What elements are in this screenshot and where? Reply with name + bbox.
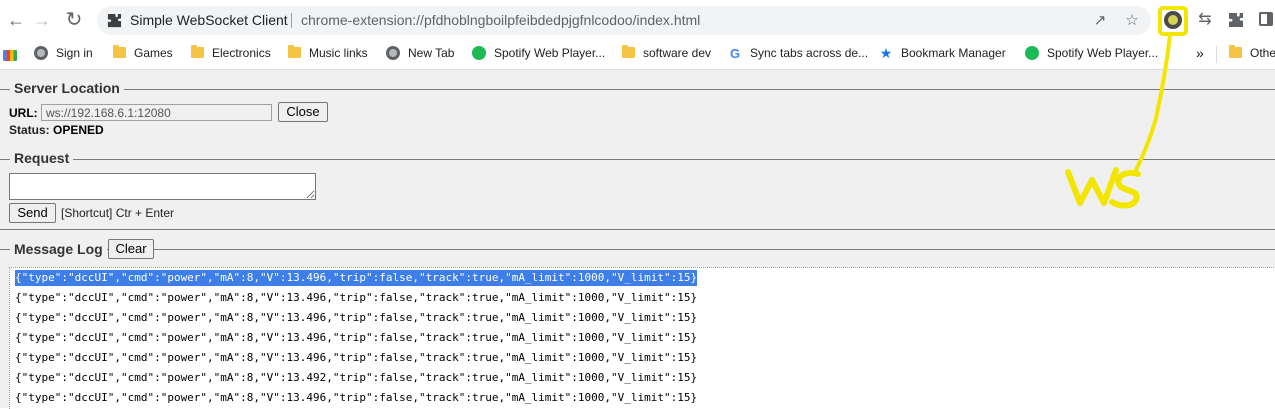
bookmarks-divider: [1216, 46, 1217, 63]
server-url-input[interactable]: [41, 104, 272, 121]
log-message[interactable]: {"type":"dccUI","cmd":"power","mA":8,"V"…: [15, 310, 697, 326]
address-bar-page-title: Simple WebSocket Client: [130, 12, 288, 28]
side-panel-icon-bar: [1267, 14, 1271, 24]
log-message[interactable]: {"type":"dccUI","cmd":"power","mA":8,"V"…: [15, 290, 697, 306]
log-section-border: [0, 229, 1275, 230]
extensions-puzzle-icon[interactable]: [1228, 12, 1244, 28]
bookmark-other[interactable]: Othe: [1229, 40, 1275, 69]
log-message[interactable]: {"type":"dccUI","cmd":"power","mA":8,"V"…: [15, 370, 697, 386]
url-label: URL:: [9, 106, 38, 120]
bookmarks-bar: Sign in Games Electronics Music links Ne…: [0, 40, 1275, 70]
bookmark-label: Bookmark Manager: [901, 46, 1006, 60]
status-line: Status: OPENED: [9, 123, 104, 137]
folder-icon: [288, 45, 301, 59]
address-bar-separator: [291, 13, 292, 28]
shortcut-hint: [Shortcut] Ctr + Enter: [61, 206, 175, 220]
bookmark-music-links[interactable]: Music links: [288, 40, 368, 69]
status-label: Status:: [9, 123, 50, 137]
log-message[interactable]: {"type":"dccUI","cmd":"power","mA":8,"V"…: [15, 390, 697, 406]
request-legend: Request: [10, 150, 74, 166]
apps-shopping-bag-icon[interactable]: [3, 47, 17, 61]
bookmark-label: Sign in: [56, 46, 93, 60]
request-textarea[interactable]: [9, 173, 316, 200]
server-location-legend: Server Location: [10, 80, 124, 96]
address-bar[interactable]: Simple WebSocket Client chrome-extension…: [97, 6, 1151, 35]
bookmark-star-icon[interactable]: ☆: [1123, 12, 1141, 30]
close-button[interactable]: Close: [278, 102, 328, 122]
globe-icon: [386, 45, 400, 60]
apps-shopping-bag-body: [3, 50, 17, 61]
forward-arrow-icon[interactable]: →: [30, 8, 54, 32]
server-section-border: [0, 89, 1275, 90]
folder-icon: [113, 45, 126, 59]
message-log-legend: Message Log: [10, 241, 107, 257]
bookmark-new-tab[interactable]: New Tab: [386, 40, 454, 69]
websocket-extension-icon-center: [1168, 15, 1178, 25]
websocket-extension-icon[interactable]: [1164, 11, 1182, 29]
side-panel-icon[interactable]: [1259, 12, 1273, 26]
google-icon: G: [729, 46, 741, 62]
folder-icon: [1229, 45, 1242, 59]
sync-icon[interactable]: ⇆: [1195, 10, 1215, 30]
bookmark-label: Electronics: [212, 46, 271, 60]
bookmark-spotify-1[interactable]: Spotify Web Player...: [472, 40, 605, 69]
bookmark-electronics[interactable]: Electronics: [191, 40, 271, 69]
share-icon[interactable]: ↗: [1091, 12, 1109, 30]
extension-puzzle-icon: [107, 13, 122, 28]
url-label-text: URL:: [9, 106, 38, 120]
bookmark-spotify-2[interactable]: Spotify Web Player...: [1025, 40, 1158, 69]
log-message[interactable]: {"type":"dccUI","cmd":"power","mA":8,"V"…: [15, 330, 697, 346]
reload-icon[interactable]: ↻: [62, 8, 86, 32]
bookmarks-overflow-chevron[interactable]: »: [1196, 40, 1204, 69]
bookmark-label: Sync tabs across de...: [750, 46, 869, 60]
websocket-client-page: Server Location URL: Close Status: OPENE…: [0, 70, 1275, 409]
folder-icon: [191, 45, 204, 59]
log-message-selected[interactable]: {"type":"dccUI","cmd":"power","mA":8,"V"…: [15, 270, 698, 286]
send-button[interactable]: Send: [9, 203, 56, 223]
log-section-rule: [0, 249, 1275, 250]
back-arrow-icon[interactable]: ←: [4, 8, 28, 32]
message-log[interactable]: {"type":"dccUI","cmd":"power","mA":8,"V"…: [9, 267, 1275, 409]
status-value: OPENED: [53, 123, 104, 137]
bookmark-label: Games: [134, 46, 173, 60]
clear-button[interactable]: Clear: [108, 239, 154, 259]
bookmark-label: New Tab: [408, 46, 455, 60]
bookmark-label: Othe: [1250, 46, 1275, 60]
bookmark-label: Spotify Web Player...: [1047, 46, 1159, 60]
bookmark-software-dev[interactable]: software dev: [622, 40, 711, 69]
log-message[interactable]: {"type":"dccUI","cmd":"power","mA":8,"V"…: [15, 350, 697, 366]
spotify-icon: [1025, 45, 1039, 60]
bookmark-sync-tabs[interactable]: G Sync tabs across de...: [728, 40, 868, 69]
bookmark-label: Music links: [309, 46, 368, 60]
bookmark-label: Spotify Web Player...: [494, 46, 606, 60]
request-section-border: [0, 159, 1275, 160]
spotify-icon: [472, 45, 486, 60]
star-icon: ★: [879, 45, 893, 62]
bookmark-sign-in[interactable]: Sign in: [34, 40, 93, 69]
bookmark-bookmark-manager[interactable]: ★ Bookmark Manager: [879, 40, 1006, 69]
bookmark-games[interactable]: Games: [113, 40, 173, 69]
address-bar-url[interactable]: chrome-extension://pfdhoblngboilpfeibded…: [301, 6, 700, 35]
folder-icon: [622, 45, 635, 59]
browser-toolbar: ← → ↻ Simple WebSocket Client chrome-ext…: [0, 0, 1275, 40]
bookmark-label: software dev: [643, 46, 712, 60]
globe-icon: [34, 45, 48, 60]
